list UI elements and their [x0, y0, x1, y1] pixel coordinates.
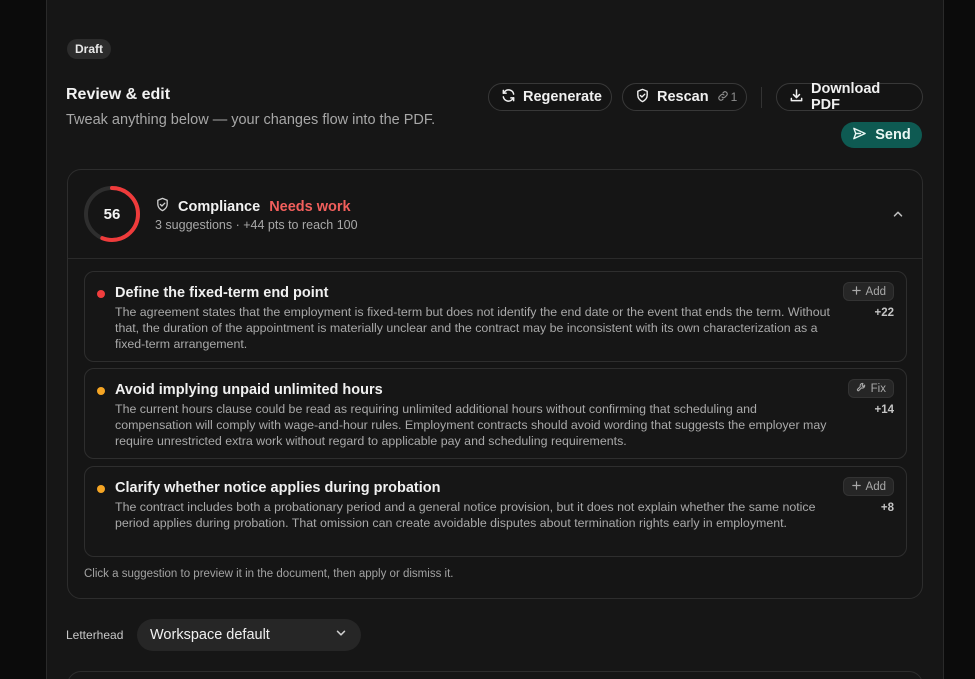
refresh-icon [501, 88, 516, 107]
plus-icon [851, 480, 862, 494]
suggestion-body: The agreement states that the employment… [115, 305, 830, 351]
action-label: Fix [870, 382, 886, 395]
letterhead-select[interactable]: Workspace default [137, 619, 361, 651]
plus-icon [851, 285, 862, 299]
download-icon [789, 88, 804, 107]
severity-dot [97, 290, 105, 298]
shield-check-icon [155, 197, 170, 217]
send-label: Send [875, 127, 911, 143]
page-title: Review & edit [66, 86, 171, 103]
rescan-button[interactable]: Rescan 1 [622, 83, 747, 111]
severity-dot [97, 485, 105, 493]
rescan-count: 1 [717, 90, 738, 105]
letterhead-label: Letterhead [66, 628, 124, 642]
send-icon [852, 126, 867, 145]
compliance-title: Compliance [178, 199, 261, 215]
suggestion-item[interactable]: Define the fixed-term end point The agre… [84, 271, 907, 362]
send-button[interactable]: Send [841, 122, 922, 148]
letterhead-value: Workspace default [150, 627, 270, 643]
page-subtitle: Tweak anything below — your changes flow… [66, 112, 436, 128]
add-button[interactable]: Add [842, 477, 894, 496]
suggestion-points: +14 [874, 404, 894, 416]
fix-button[interactable]: Fix [847, 379, 894, 398]
compliance-status: Needs work [269, 199, 351, 215]
suggestion-title: Clarify whether notice applies during pr… [115, 480, 441, 496]
suggestion-title: Avoid implying unpaid unlimited hours [115, 382, 383, 398]
action-label: Add [865, 285, 886, 298]
suggestion-points: +22 [874, 307, 894, 319]
suggestion-points: +8 [880, 502, 894, 514]
link-icon [717, 90, 729, 105]
regenerate-label: Regenerate [523, 89, 602, 105]
add-button[interactable]: Add [842, 282, 894, 301]
rescan-label: Rescan [657, 89, 709, 105]
chevron-down-icon [334, 626, 348, 645]
toolbar-divider [761, 87, 762, 108]
rescan-count-value: 1 [730, 90, 738, 104]
compliance-summary: 3 suggestions · +44 pts to reach 100 [155, 218, 358, 232]
suggestions-hint: Click a suggestion to preview it in the … [84, 568, 454, 580]
severity-dot [97, 387, 105, 395]
draft-badge: Draft [67, 39, 112, 59]
compliance-card: 56 Compliance Needs work 3 suggestions ·… [67, 169, 923, 599]
download-label: Download PDF [811, 81, 881, 113]
compliance-header: 56 Compliance Needs work 3 suggestions ·… [68, 170, 922, 259]
compliance-title-row: Compliance Needs work [155, 197, 351, 217]
regenerate-button[interactable]: Regenerate [488, 83, 612, 111]
collapse-button[interactable] [891, 207, 905, 221]
shield-check-icon [635, 88, 650, 107]
suggestion-body: The contract includes both a probationar… [115, 500, 816, 530]
suggestion-item[interactable]: Clarify whether notice applies during pr… [84, 466, 907, 557]
suggestion-item[interactable]: Avoid implying unpaid unlimited hours Th… [84, 368, 907, 459]
wrench-icon [856, 382, 867, 396]
compliance-score: 56 [103, 205, 121, 223]
suggestion-body: The current hours clause could be read a… [115, 402, 827, 448]
suggestion-title: Define the fixed-term end point [115, 285, 329, 301]
action-label: Add [865, 480, 886, 493]
download-pdf-button[interactable]: Download PDF [776, 81, 923, 113]
chevron-up-icon [891, 208, 905, 225]
next-section-card [67, 671, 923, 679]
